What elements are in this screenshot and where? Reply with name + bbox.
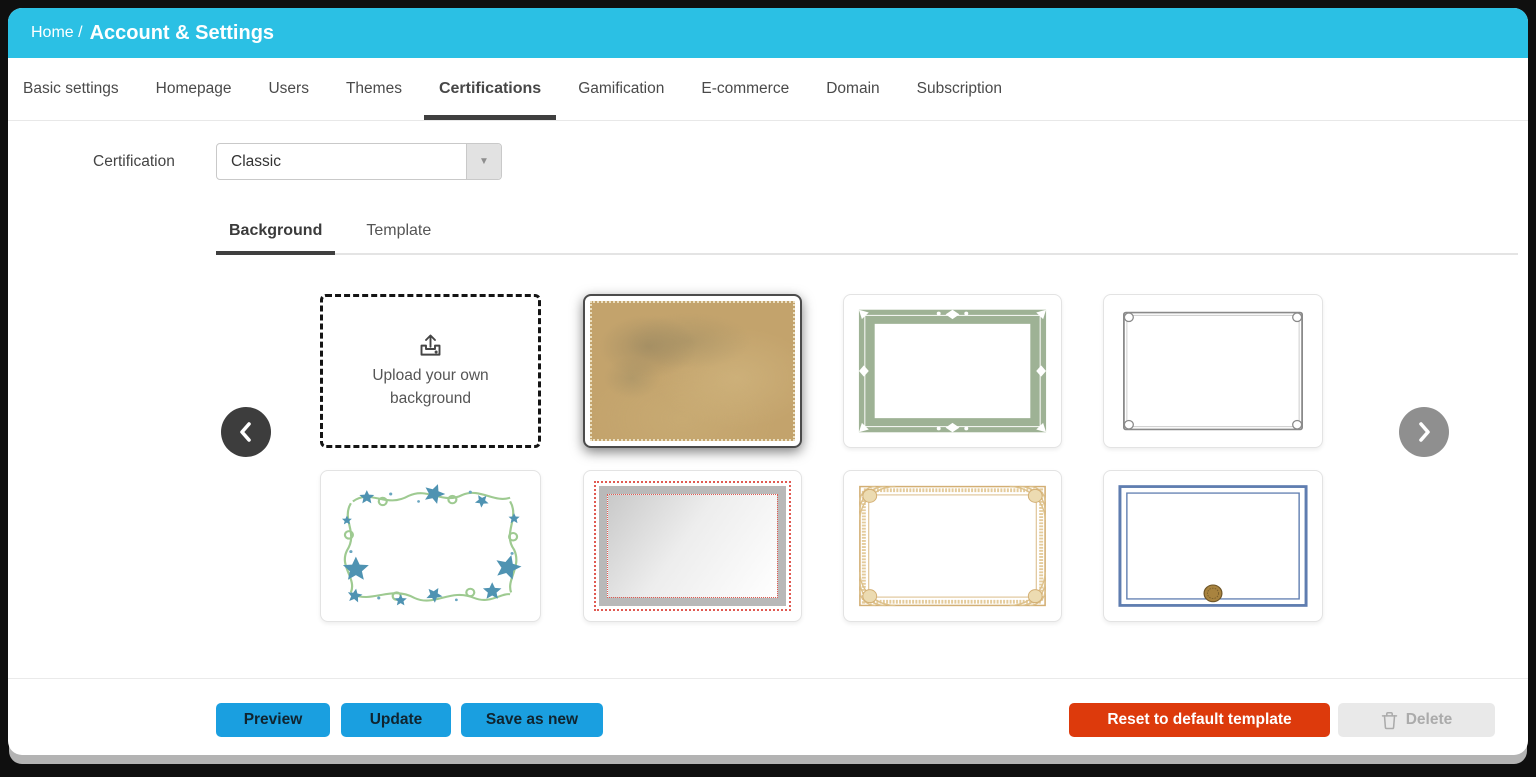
footer-divider (8, 678, 1528, 679)
account-settings-window: Home / Account & Settings Basic settings… (8, 8, 1528, 755)
certification-row: Certification Classic ▼ (8, 143, 1528, 181)
carousel-previous-button[interactable] (221, 407, 271, 457)
background-thumbnail-gray-border[interactable] (1103, 294, 1323, 448)
background-thumbnail-green-border[interactable] (843, 294, 1062, 448)
main-tabbar: Basic settings Homepage Users Themes Cer… (8, 58, 1528, 121)
subtab-background[interactable]: Background (216, 208, 335, 253)
delete-button-label: Delete (1406, 711, 1453, 729)
tab-certifications[interactable]: Certifications (439, 58, 541, 120)
background-template-tabbar: Background Template (216, 208, 1518, 255)
background-thumbnail-blue-border-seal[interactable] (1103, 470, 1323, 622)
trash-icon (1381, 711, 1398, 730)
background-thumbnail-gold-border[interactable] (843, 470, 1062, 622)
page-header: Home / Account & Settings (8, 8, 1528, 58)
subtab-template[interactable]: Template (353, 208, 444, 253)
gold-seal-icon (1204, 585, 1222, 602)
floral-border-art (331, 481, 530, 611)
parchment-texture (590, 301, 795, 441)
tab-gamification[interactable]: Gamification (578, 58, 664, 120)
tab-users[interactable]: Users (268, 58, 308, 120)
upload-tile-label: Upload your own background (356, 364, 506, 411)
preview-button[interactable]: Preview (216, 703, 330, 737)
chevron-down-icon[interactable]: ▼ (466, 144, 501, 179)
carousel-next-button[interactable] (1399, 407, 1449, 457)
upload-icon (417, 332, 444, 357)
tab-themes[interactable]: Themes (346, 58, 402, 120)
certification-select[interactable]: Classic ▼ (216, 143, 502, 180)
background-thumbnail-red-dotted-border[interactable] (583, 470, 802, 622)
reset-to-default-template-button[interactable]: Reset to default template (1069, 703, 1330, 737)
blue-border-art (1114, 481, 1312, 611)
chevron-left-icon (236, 420, 256, 444)
tab-subscription[interactable]: Subscription (917, 58, 1002, 120)
breadcrumb[interactable]: Home / (31, 24, 83, 42)
upload-background-tile[interactable]: Upload your own background (320, 294, 541, 448)
gray-border-art (1114, 305, 1312, 437)
background-thumbnail-parchment[interactable] (583, 294, 802, 448)
tab-domain[interactable]: Domain (826, 58, 879, 120)
tab-basic-settings[interactable]: Basic settings (23, 58, 119, 120)
save-as-new-button[interactable]: Save as new (461, 703, 603, 737)
update-button[interactable]: Update (341, 703, 451, 737)
gold-border-art (854, 481, 1051, 611)
certification-label: Certification (93, 143, 175, 180)
chevron-right-icon (1414, 420, 1434, 444)
red-dotted-border-art (594, 481, 791, 611)
tab-homepage[interactable]: Homepage (156, 58, 232, 120)
tab-ecommerce[interactable]: E-commerce (701, 58, 789, 120)
background-thumbnail-floral-border[interactable] (320, 470, 541, 622)
certification-select-value: Classic (231, 144, 281, 179)
delete-button[interactable]: Delete (1338, 703, 1495, 737)
page-title: Account & Settings (90, 22, 274, 45)
green-border-art (854, 305, 1051, 437)
